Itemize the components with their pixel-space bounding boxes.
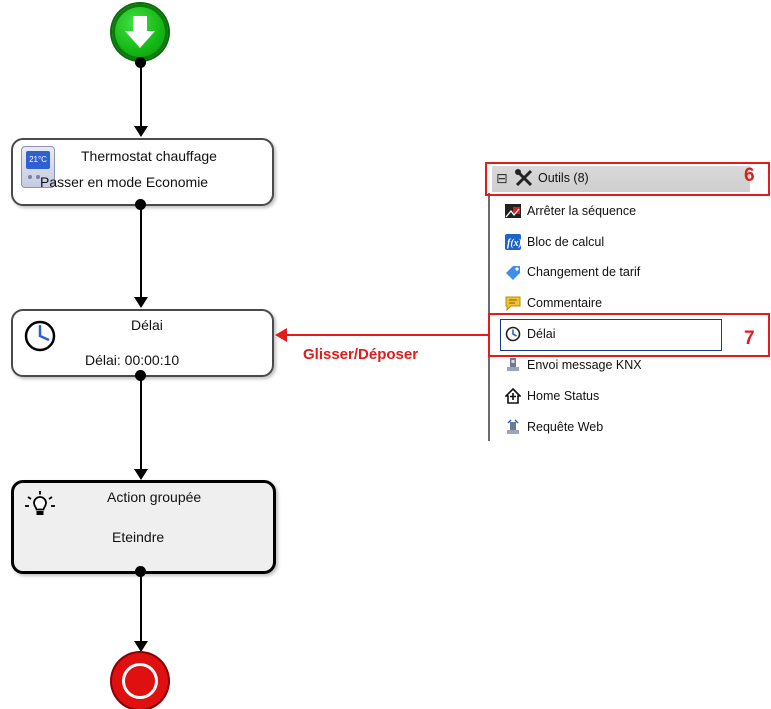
toolbox-group-label: Outils (8): [538, 171, 589, 185]
tool-item-tariff-change[interactable]: Changement de tarif: [505, 261, 640, 283]
svg-text:f(x): f(x): [507, 238, 521, 249]
tool-item-comment[interactable]: Commentaire: [505, 292, 602, 314]
tool-item-label: Home Status: [527, 389, 600, 403]
collapse-icon[interactable]: ⊟: [496, 169, 508, 187]
down-arrow-icon: [125, 16, 155, 48]
tool-item-delay[interactable]: Délai: [505, 323, 556, 345]
tool-item-stop-sequence[interactable]: Arrêter la séquence: [505, 200, 636, 222]
tool-item-label: Délai: [527, 327, 556, 341]
clock-icon: [505, 326, 521, 342]
web-request-icon: [507, 419, 519, 434]
block-title: Action groupée: [107, 489, 202, 505]
callout-number-7: 7: [744, 328, 755, 349]
drag-drop-label: Glisser/Déposer: [303, 346, 419, 363]
connector-line: [140, 571, 142, 643]
block-title: Délai: [131, 317, 163, 333]
drag-arrow-line: [285, 334, 488, 336]
tool-item-home-status[interactable]: Home Status: [505, 385, 599, 407]
connector-line: [140, 375, 142, 471]
thermostat-block[interactable]: 21°C Thermostat chauffage Passer en mode…: [11, 138, 274, 206]
tool-item-label: Requête Web: [527, 420, 604, 434]
tag-icon: [506, 266, 520, 280]
callout-number-6: 6: [744, 165, 755, 186]
function-icon: f(x): [505, 234, 521, 250]
block-title: Thermostat chauffage: [81, 148, 217, 164]
delay-block[interactable]: Délai Délai: 00:00:10: [11, 309, 274, 377]
block-value: Délai: 00:00:10: [85, 352, 180, 368]
bulb-icon: [25, 491, 55, 515]
thermostat-dot: [28, 175, 32, 179]
tool-item-web-request[interactable]: Requête Web: [505, 416, 603, 438]
tool-item-label: Changement de tarif: [527, 265, 641, 279]
connector-arrow: [134, 469, 148, 480]
comment-icon: [505, 296, 521, 311]
tool-item-label: Bloc de calcul: [527, 235, 605, 249]
block-value: Eteindre: [112, 529, 165, 545]
tool-item-send-knx[interactable]: Envoi message KNX: [505, 354, 642, 376]
connector-line: [140, 204, 142, 299]
stop-sequence-icon: [505, 204, 521, 218]
tool-item-label: Envoi message KNX: [527, 358, 642, 372]
connector-line: [140, 62, 142, 128]
tool-item-calculation-block[interactable]: f(x) Bloc de calcul: [505, 231, 604, 253]
tools-icon: [515, 169, 533, 187]
end-node[interactable]: [112, 653, 168, 709]
tool-item-label: Arrêter la séquence: [527, 204, 637, 218]
connector-arrow: [134, 297, 148, 308]
start-node[interactable]: [112, 4, 168, 60]
connector-arrow: [134, 641, 148, 652]
clock-icon: [24, 320, 56, 352]
tool-item-label: Commentaire: [527, 296, 603, 310]
connector-arrow: [134, 126, 148, 137]
knx-message-icon: [507, 358, 519, 371]
stop-icon: [122, 663, 158, 699]
block-value: Passer en mode Economie: [40, 174, 209, 190]
home-status-icon: [505, 388, 521, 404]
thermostat-screen: 21°C: [26, 151, 50, 169]
group-action-block[interactable]: Action groupée Eteindre: [11, 480, 276, 574]
drag-arrow-head: [275, 328, 287, 342]
